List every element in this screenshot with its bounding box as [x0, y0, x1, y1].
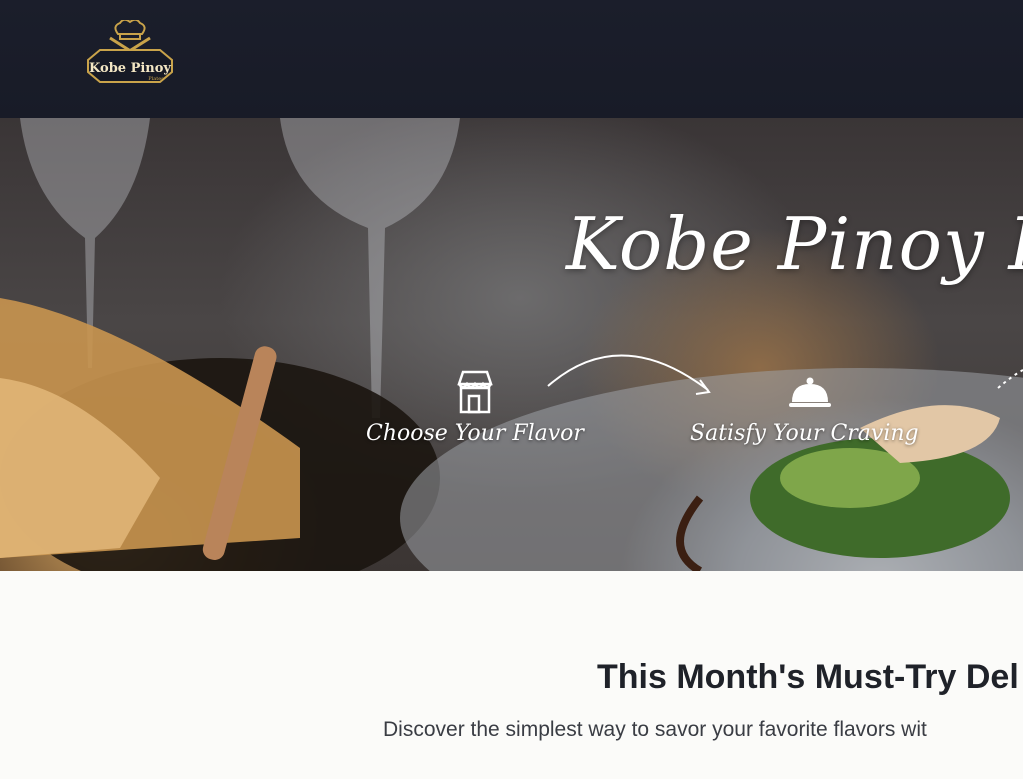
featured-subtitle: Discover the simplest way to savor your …: [383, 718, 927, 741]
featured-title: This Month's Must-Try Del: [597, 658, 1019, 696]
brand-logo[interactable]: Kobe Pinoy Plates: [80, 18, 180, 92]
site-header: Kobe Pinoy Plates: [0, 0, 1023, 118]
step-satisfy-craving: Satisfy Your Craving: [690, 421, 919, 446]
hero-banner: Kobe Pinoy Pla Choose Your Flavor Satisf…: [0, 118, 1023, 571]
logo-badge-icon: Kobe Pinoy Plates: [87, 18, 173, 83]
step-choose-flavor: Choose Your Flavor: [366, 421, 584, 446]
storefront-icon: [455, 370, 495, 419]
logo-text: Kobe Pinoy: [89, 61, 171, 76]
serving-cloche-icon: [788, 376, 832, 415]
logo-subtext: Plates: [148, 76, 164, 82]
hero-background-image: [0, 118, 1023, 571]
hero-title: Kobe Pinoy Pla: [566, 202, 1023, 286]
